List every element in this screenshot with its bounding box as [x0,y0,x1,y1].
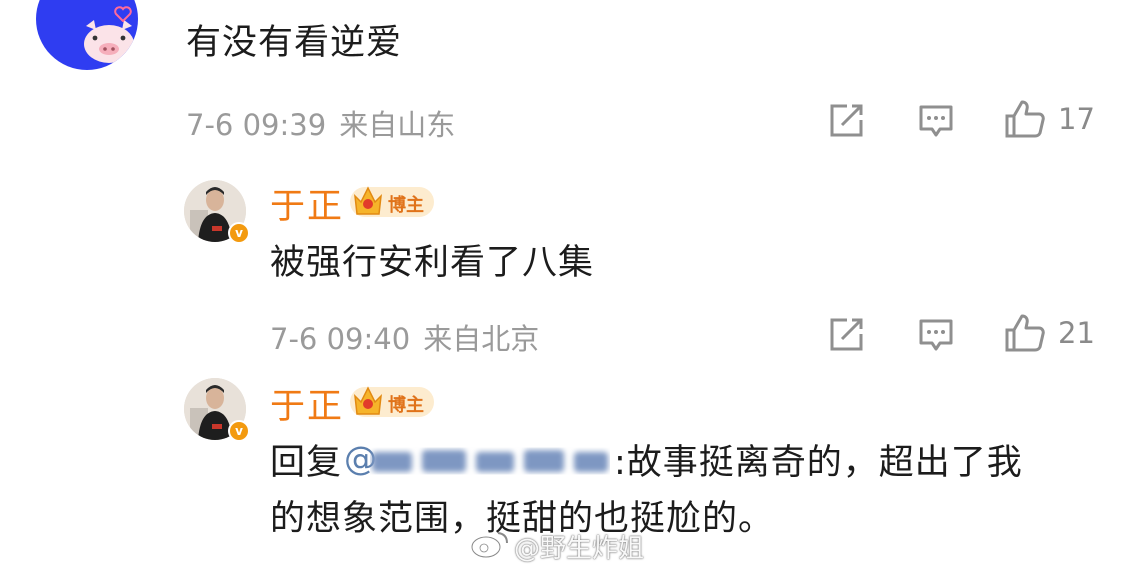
comment-icon[interactable] [918,103,954,139]
like-count: 21 [1058,316,1095,350]
blurred-username [372,450,609,472]
watermark-text: @野生炸姐 [514,534,645,564]
blogger-badge: 博主 [350,186,434,217]
reply-text-line1: 回复 @ :故事挺离奇的，超出了我 [270,439,1023,486]
heart-icon [114,6,132,22]
reply-text-part1: :故事挺离奇的，超出了我 [614,443,1023,483]
reply-prefix: 回复 [270,443,343,483]
reply-text: 被强行安利看了八集 [270,243,595,283]
verified-icon: v [228,222,250,244]
reply-username[interactable]: 于正 [270,178,344,229]
like-icon[interactable] [1004,99,1046,139]
reply-location: 来自北京 [423,322,540,356]
comment-meta: 7-6 09:39 来自山东 [186,102,455,144]
blogger-badge: 博主 [350,386,434,417]
comment-location: 来自山东 [339,108,456,142]
comment-text: 有没有看逆爱 [186,23,403,63]
share-icon[interactable] [828,103,864,139]
comment-icon[interactable] [918,317,954,353]
reply-meta: 7-6 09:40 来自北京 [270,316,539,358]
commenter-avatar[interactable] [36,0,138,70]
weibo-logo-icon [470,532,508,559]
verified-icon: v [228,420,250,442]
reply-username[interactable]: 于正 [270,378,344,429]
like-count: 17 [1058,102,1095,136]
blogger-badge-label: 博主 [388,395,424,416]
reply-time: 7-6 09:40 [270,322,411,356]
crown-icon [354,186,382,215]
pig-avatar-icon [84,20,134,63]
like-icon[interactable] [1004,313,1046,353]
blurred-mention[interactable]: @ [342,439,614,478]
comment-time: 7-6 09:39 [186,108,327,142]
share-icon[interactable] [828,317,864,353]
crown-icon [354,386,382,415]
blogger-badge-label: 博主 [388,195,424,216]
